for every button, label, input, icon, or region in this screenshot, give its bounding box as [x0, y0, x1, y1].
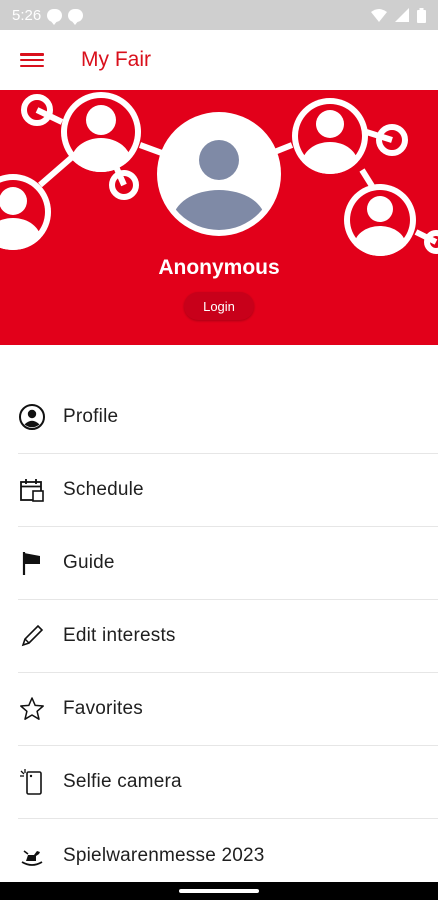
- menu-item-label: Guide: [63, 552, 115, 573]
- menu-item-profile[interactable]: Profile: [18, 381, 438, 454]
- menu-item-selfie-camera[interactable]: Selfie camera: [18, 746, 438, 819]
- flag-icon: [18, 549, 46, 577]
- profile-name: Anonymous: [158, 256, 280, 279]
- menu-item-edit-interests[interactable]: Edit interests: [18, 600, 438, 673]
- status-bar: 5:26: [0, 0, 438, 30]
- menu-list: Profile Schedule Guide Edit interests Fa…: [18, 381, 438, 892]
- menu-item-label: Selfie camera: [63, 771, 182, 792]
- menu-item-label: Favorites: [63, 698, 143, 719]
- wifi-icon: [371, 8, 387, 22]
- login-button[interactable]: Login: [184, 292, 254, 320]
- calendar-icon: [18, 476, 46, 504]
- pencil-icon: [18, 622, 46, 650]
- menu-hamburger-icon[interactable]: [20, 50, 44, 70]
- status-time: 5:26: [12, 6, 42, 24]
- phone-camera-icon: [18, 768, 46, 796]
- user-circle-icon: [18, 403, 46, 431]
- menu-item-label: Profile: [63, 406, 119, 427]
- battery-icon: [417, 7, 426, 23]
- menu-item-favorites[interactable]: Favorites: [18, 673, 438, 746]
- menu-item-guide[interactable]: Guide: [18, 527, 438, 600]
- signal-icon: [395, 8, 409, 22]
- menu-item-label: Schedule: [63, 479, 144, 500]
- message-notification-icon: [47, 8, 63, 25]
- menu-item-label: Spielwarenmesse 2023: [63, 844, 265, 866]
- menu-item-schedule[interactable]: Schedule: [18, 454, 438, 527]
- app-bar: My Fair: [0, 30, 438, 90]
- avatar: [157, 112, 281, 236]
- home-gesture-handle[interactable]: [179, 889, 259, 893]
- message-notification-icon: [68, 8, 84, 25]
- menu-item-label: Edit interests: [63, 625, 176, 646]
- page-title: My Fair: [81, 48, 151, 71]
- star-icon: [18, 695, 46, 723]
- rocking-horse-icon: [18, 842, 46, 870]
